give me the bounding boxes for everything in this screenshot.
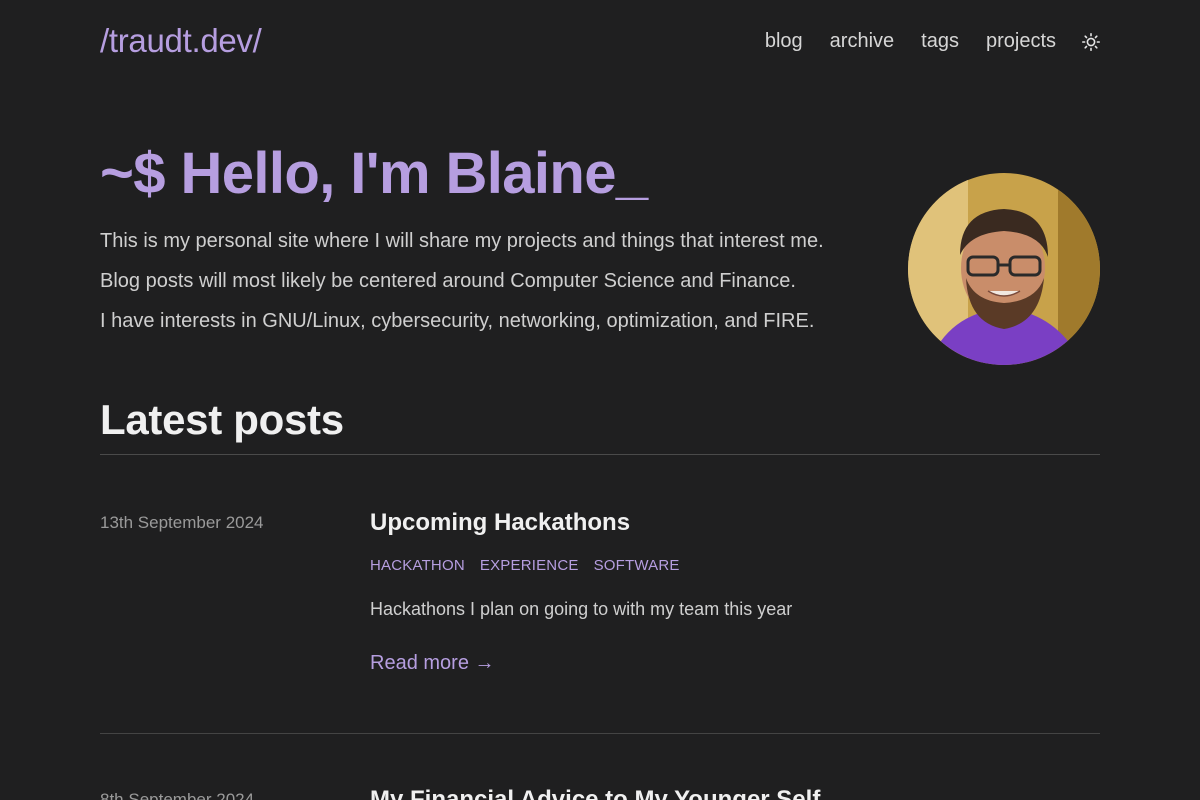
post-title-link[interactable]: My Financial Advice to My Younger Self xyxy=(370,786,820,800)
site-logo[interactable]: /traudt.dev/ xyxy=(100,22,262,60)
nav-archive[interactable]: archive xyxy=(830,30,894,53)
tag-link[interactable]: SOFTWARE xyxy=(594,557,680,574)
page: /traudt.dev/ blog archive tags projects xyxy=(100,0,1101,800)
tag-link[interactable]: HACKATHON xyxy=(370,557,465,574)
divider xyxy=(100,733,1100,734)
post-date: 13th September 2024 xyxy=(100,513,264,532)
post-title-link[interactable]: Upcoming Hackathons xyxy=(370,509,630,537)
hero-title: ~$ Hello, I'm Blaine_ xyxy=(100,141,648,206)
tag-link[interactable]: EXPERIENCE xyxy=(480,557,579,574)
post-tags: HACKATHON EXPERIENCE SOFTWARE xyxy=(370,557,695,574)
post-description: Hackathons I plan on going to with my te… xyxy=(370,599,793,619)
hero-intro-line: This is my personal site where I will sh… xyxy=(100,230,824,252)
hero-intro-line: I have interests in GNU/Linux, cybersecu… xyxy=(100,310,815,332)
post-date: 8th September 2024 xyxy=(100,790,255,800)
read-more-link[interactable]: Read more → xyxy=(370,652,495,675)
hero-intro-line: Blog posts will most likely be centered … xyxy=(100,270,796,292)
nav-projects[interactable]: projects xyxy=(986,30,1056,53)
main-nav: blog archive tags projects xyxy=(738,30,1101,53)
nav-tags[interactable]: tags xyxy=(921,30,959,53)
avatar xyxy=(908,173,1100,365)
sun-icon[interactable] xyxy=(1082,32,1101,51)
divider xyxy=(100,454,1100,455)
nav-blog[interactable]: blog xyxy=(765,30,803,53)
latest-posts-heading: Latest posts xyxy=(100,396,344,443)
